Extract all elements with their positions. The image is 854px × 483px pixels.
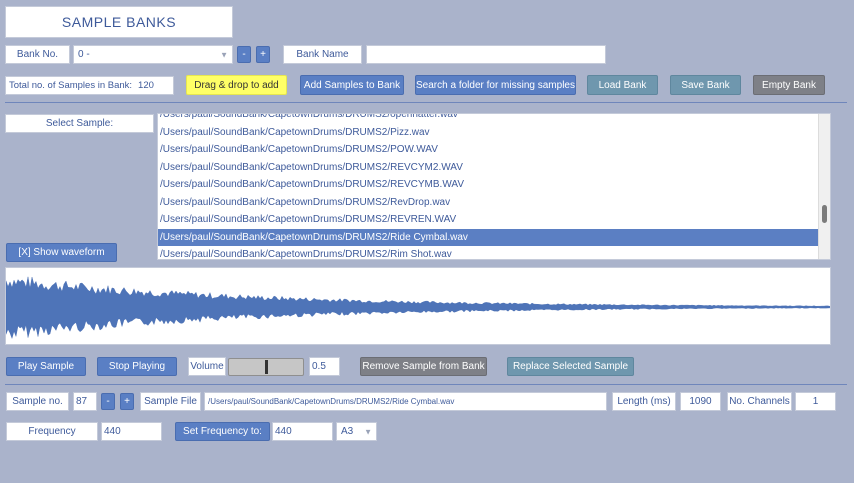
frequency-input[interactable]: 440 [101,422,162,441]
load-bank-button[interactable]: Load Bank [587,75,658,95]
bank-name-input[interactable] [366,45,606,64]
set-frequency-input[interactable]: 440 [272,422,333,441]
empty-bank-button[interactable]: Empty Bank [753,75,825,95]
waveform-graphic [6,276,830,340]
channels-label: No. Channels [727,392,792,411]
scrollbar-thumb[interactable] [822,205,827,223]
divider [5,384,847,385]
remove-sample-button[interactable]: Remove Sample from Bank [360,357,487,376]
play-sample-button[interactable]: Play Sample [6,357,86,376]
select-sample-label: Select Sample: [5,114,154,133]
sample-file-input[interactable]: /Users/paul/SoundBank/CapetownDrums/DRUM… [204,392,607,411]
search-folder-button[interactable]: Search a folder for missing samples [415,75,576,95]
chevron-down-icon: ▼ [220,50,228,59]
set-frequency-button[interactable]: Set Frequency to: [175,422,270,441]
sample-no-label: Sample no. [6,392,69,411]
sample-list-rows: /Users/paul/SoundBank/CapetownDrums/DRUM… [158,114,820,259]
sample-list-item[interactable]: /Users/paul/SoundBank/CapetownDrums/DRUM… [158,176,820,194]
volume-input[interactable]: 0.5 [309,357,340,376]
sample-file-label: Sample File [140,392,201,411]
sample-list-item[interactable]: /Users/paul/SoundBank/CapetownDrums/DRUM… [158,114,820,124]
total-samples-label: Total no. of Samples in Bank: [9,80,133,91]
bank-no-label: Bank No. [5,45,70,64]
volume-slider-handle[interactable] [265,360,268,374]
note-value: A3 [341,426,354,437]
save-bank-button[interactable]: Save Bank [670,75,741,95]
note-select[interactable]: A3 ▼ [336,422,377,441]
channels-value: 1 [795,392,836,411]
replace-sample-button[interactable]: Replace Selected Sample [507,357,634,376]
bank-no-value: 0 - [78,49,90,60]
show-waveform-toggle[interactable]: [X] Show waveform [6,243,117,262]
bank-decrement-button[interactable]: - [237,46,251,63]
page-title: SAMPLE BANKS [5,6,233,38]
bank-increment-button[interactable]: + [256,46,270,63]
waveform-display [5,267,831,345]
sample-list-scrollbar[interactable] [818,114,830,259]
length-label: Length (ms) [612,392,676,411]
volume-label: Volume [188,357,226,376]
sample-no-input[interactable]: 87 [73,392,97,411]
sample-list-item[interactable]: /Users/paul/SoundBank/CapetownDrums/DRUM… [158,246,820,259]
bank-no-select[interactable]: 0 - ▼ [73,45,233,64]
divider [5,102,847,103]
sample-list-item[interactable]: /Users/paul/SoundBank/CapetownDrums/DRUM… [158,194,820,212]
sample-list-item[interactable]: /Users/paul/SoundBank/CapetownDrums/DRUM… [158,211,820,229]
chevron-down-icon: ▼ [364,427,372,436]
length-value: 1090 [680,392,721,411]
sample-list-item[interactable]: /Users/paul/SoundBank/CapetownDrums/DRUM… [158,124,820,142]
sample-list-item[interactable]: /Users/paul/SoundBank/CapetownDrums/DRUM… [158,228,820,246]
add-samples-button[interactable]: Add Samples to Bank [300,75,404,95]
frequency-label: Frequency [6,422,98,441]
stop-playing-button[interactable]: Stop Playing [97,357,177,376]
total-samples-value: 120 [138,80,154,91]
sample-increment-button[interactable]: + [120,393,134,410]
sample-list-item[interactable]: /Users/paul/SoundBank/CapetownDrums/DRUM… [158,141,820,159]
sample-list[interactable]: /Users/paul/SoundBank/CapetownDrums/DRUM… [157,113,831,260]
sample-decrement-button[interactable]: - [101,393,115,410]
sample-list-item[interactable]: /Users/paul/SoundBank/CapetownDrums/DRUM… [158,159,820,177]
bank-name-label: Bank Name [283,45,362,64]
total-samples-display: Total no. of Samples in Bank: 120 [5,76,174,95]
drag-drop-area[interactable]: Drag & drop to add [186,75,287,95]
volume-slider[interactable] [228,358,304,376]
